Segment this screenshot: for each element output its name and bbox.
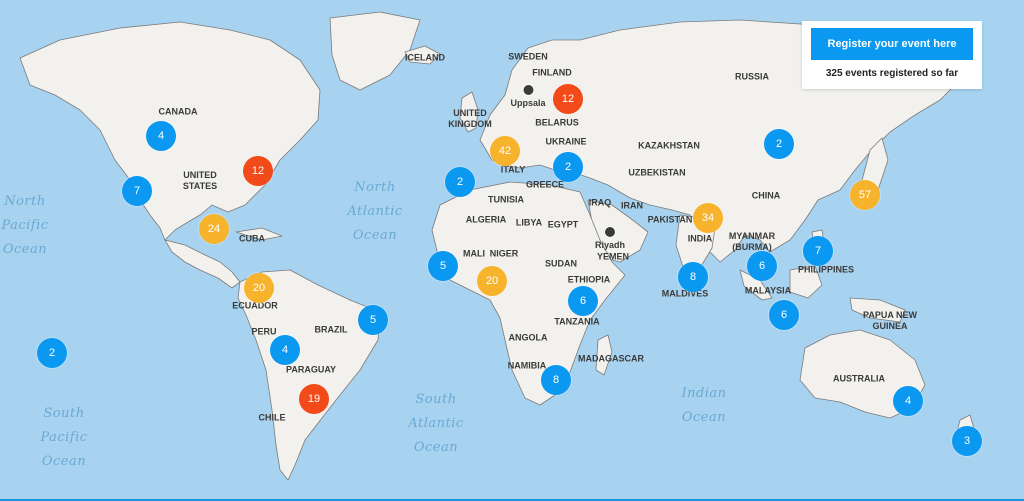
country-label: GREECE <box>525 179 565 190</box>
country-label: ANGOLA <box>508 332 548 343</box>
event-cluster-marker[interactable]: 5 <box>428 251 458 281</box>
event-cluster-marker[interactable]: 6 <box>769 300 799 330</box>
country-label: AUSTRALIA <box>833 373 885 384</box>
ocean-label-north-atlantic: North Atlantic Ocean <box>347 180 403 243</box>
country-label: BELARUS <box>535 117 579 128</box>
country-label: PHILIPPINES <box>797 264 855 275</box>
event-cluster-marker[interactable]: 5 <box>358 305 388 335</box>
event-cluster-marker[interactable]: 34 <box>693 203 723 233</box>
event-cluster-marker[interactable]: 8 <box>678 262 708 292</box>
country-label: SUDAN <box>544 258 578 269</box>
event-cluster-marker[interactable]: 42 <box>490 136 520 166</box>
country-label: RUSSIA <box>734 71 770 82</box>
register-panel: Register your event here 325 events regi… <box>802 21 982 89</box>
country-label: CHILE <box>258 412 286 423</box>
country-label: TUNISIA <box>488 194 524 205</box>
event-cluster-marker[interactable]: 7 <box>803 236 833 266</box>
country-label: INDIA <box>687 233 713 244</box>
event-cluster-marker[interactable]: 24 <box>199 214 229 244</box>
country-label: ICELAND <box>405 52 445 63</box>
event-cluster-marker[interactable]: 12 <box>553 84 583 114</box>
event-cluster-marker[interactable]: 57 <box>850 180 880 210</box>
country-label: PERU <box>251 326 277 337</box>
event-cluster-marker[interactable]: 2 <box>764 129 794 159</box>
country-label: UNITED STATES <box>182 170 218 191</box>
event-cluster-marker[interactable]: 2 <box>37 338 67 368</box>
event-cluster-marker[interactable]: 20 <box>477 266 507 296</box>
event-cluster-marker[interactable]: 8 <box>541 365 571 395</box>
ocean-label-north-pacific: North Pacific Ocean <box>1 194 49 257</box>
country-label: IRAN <box>621 200 643 211</box>
event-cluster-marker[interactable]: 6 <box>747 251 777 281</box>
country-label: MADAGASCAR <box>578 353 644 364</box>
country-label: PAKISTAN <box>647 214 693 225</box>
pin-dot <box>603 226 616 238</box>
country-label: NAMIBIA <box>507 360 547 371</box>
country-label: LIBYA <box>515 217 543 228</box>
events-registered-count: 325 events registered so far <box>825 68 959 79</box>
event-cluster-marker[interactable]: 2 <box>553 152 583 182</box>
pin-dot <box>521 84 534 96</box>
central-america-landmass <box>164 239 241 289</box>
ocean-label-south-atlantic: South Atlantic Ocean <box>408 392 464 455</box>
country-label: CANADA <box>158 106 198 117</box>
event-cluster-marker[interactable]: 2 <box>445 167 475 197</box>
country-label: UZBEKISTAN <box>628 167 686 178</box>
country-label: ALGERIA <box>465 214 507 225</box>
country-label: TANZANIA <box>554 316 600 327</box>
country-label: PARAGUAY <box>285 364 337 375</box>
event-cluster-marker[interactable]: 6 <box>568 286 598 316</box>
country-label: IRAQ <box>588 197 612 208</box>
country-label: FINLAND <box>532 67 572 78</box>
country-label: CHINA <box>751 190 781 201</box>
country-label: MALI <box>463 248 485 259</box>
ocean-label-south-pacific: South Pacific Ocean <box>40 406 88 469</box>
event-cluster-marker[interactable]: 4 <box>146 121 176 151</box>
event-cluster-marker[interactable]: 7 <box>122 176 152 206</box>
country-label: MALAYSIA <box>744 285 792 296</box>
country-label: MYANMAR (BURMA) <box>728 231 776 252</box>
world-map[interactable]: North Pacific Ocean North Atlantic Ocean… <box>0 0 1024 501</box>
event-cluster-marker[interactable]: 3 <box>952 426 982 456</box>
pin-label: Uppsala <box>510 98 546 108</box>
country-label: ETHIOPIA <box>567 274 611 285</box>
pin-label: Riyadh <box>594 240 626 250</box>
country-label: CUBA <box>239 233 265 244</box>
country-label: BRAZIL <box>314 324 348 335</box>
country-label: UKRAINE <box>545 136 587 147</box>
city-pin-riyadh[interactable]: Riyadh <box>595 226 625 250</box>
event-cluster-marker[interactable]: 4 <box>893 386 923 416</box>
country-label: YEMEN <box>596 251 630 262</box>
country-label: PAPUA NEW GUINEA <box>863 310 917 331</box>
register-event-button[interactable]: Register your event here <box>811 28 973 60</box>
country-label: NIGER <box>489 248 519 259</box>
event-cluster-marker[interactable]: 20 <box>244 273 274 303</box>
greenland-landmass <box>329 11 421 91</box>
country-label: UNITED KINGDOM <box>448 108 492 129</box>
city-pin-uppsala[interactable]: Uppsala <box>510 84 546 108</box>
ocean-label-indian: Indian Ocean <box>681 386 727 425</box>
event-cluster-marker[interactable]: 19 <box>299 384 329 414</box>
country-label: KAZAKHSTAN <box>638 140 700 151</box>
country-label: SWEDEN <box>508 51 548 62</box>
country-label: ITALY <box>500 164 526 175</box>
event-cluster-marker[interactable]: 12 <box>243 156 273 186</box>
event-cluster-marker[interactable]: 4 <box>270 335 300 365</box>
country-label: EGYPT <box>547 219 579 230</box>
